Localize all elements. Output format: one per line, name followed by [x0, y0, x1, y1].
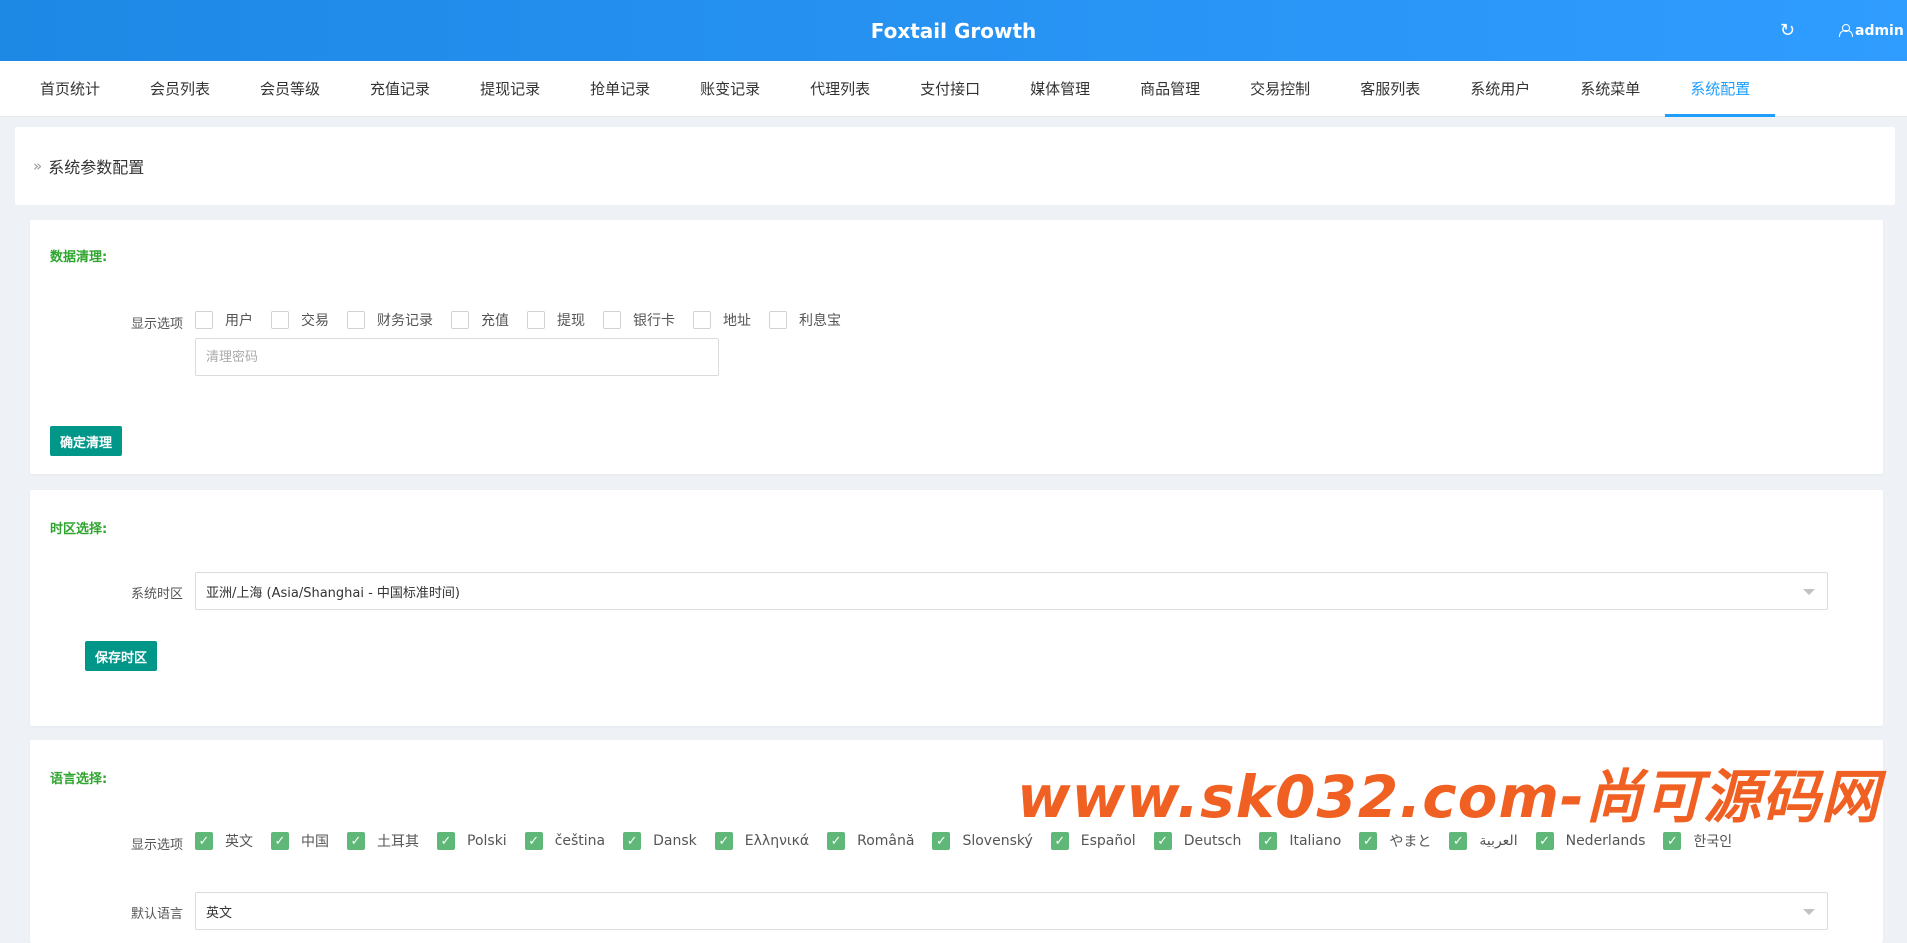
user-name: admin	[1855, 22, 1904, 39]
section-title: 语言选择:	[50, 772, 108, 787]
checkbox[interactable]	[195, 311, 213, 329]
checkbox[interactable]	[603, 311, 621, 329]
save-timezone-button[interactable]: 保存时区	[85, 641, 158, 671]
options-label: 显示选项	[131, 317, 184, 332]
language-option[interactable]: ✓ やまと	[1359, 831, 1431, 851]
checkbox-checked[interactable]: ✓	[932, 832, 951, 850]
checkbox-checked[interactable]: ✓	[437, 832, 455, 850]
checkbox-checked[interactable]: ✓	[1663, 832, 1682, 850]
nav-item[interactable]: 提现记录	[455, 61, 565, 116]
checkbox-checked[interactable]: ✓	[195, 832, 213, 850]
nav-item[interactable]: 会员等级	[235, 61, 345, 116]
header-actions: ↻ admin	[1780, 0, 1907, 61]
language-option[interactable]: ✓ Nederlands	[1535, 832, 1645, 850]
checkbox[interactable]	[271, 311, 289, 329]
checkbox-checked[interactable]: ✓	[347, 832, 365, 850]
language-option[interactable]: ✓ Italiano	[1259, 832, 1341, 850]
section-title: 时区选择:	[50, 522, 108, 537]
nav-item[interactable]: 代理列表	[785, 61, 895, 116]
options-label: 显示选项	[131, 838, 184, 853]
user-icon	[1839, 24, 1853, 37]
clean-option[interactable]: 用户	[195, 310, 253, 330]
timezone-select[interactable]: 亚洲/上海 (Asia/Shanghai - 中国标准时间)	[195, 572, 1828, 610]
chevron-down-icon	[1803, 589, 1815, 595]
language-option[interactable]: ✓ العربية	[1449, 832, 1518, 850]
language-option[interactable]: ✓ Deutsch	[1153, 832, 1241, 850]
clean-password-input[interactable]	[195, 338, 719, 376]
nav-item[interactable]: 首页统计	[15, 61, 125, 116]
checkbox-checked[interactable]: ✓	[1535, 832, 1554, 850]
nav-item[interactable]: 系统菜单	[1555, 61, 1665, 116]
clean-option[interactable]: 交易	[271, 310, 329, 330]
clean-option[interactable]: 财务记录	[347, 310, 433, 330]
data-clean-card: 数据清理: 显示选项 用户 交易 财务记录 充值 提现 银行卡 地址 利息宝 确…	[30, 220, 1883, 474]
nav-item[interactable]: 抢单记录	[565, 61, 675, 116]
checkbox-checked[interactable]: ✓	[1359, 832, 1378, 850]
checkbox-checked[interactable]: ✓	[271, 832, 289, 850]
checkbox-checked[interactable]: ✓	[714, 832, 733, 850]
checkbox[interactable]	[769, 311, 787, 329]
double-chevron-icon: »	[33, 157, 43, 175]
language-option[interactable]: ✓ čeština	[524, 832, 605, 850]
language-option[interactable]: ✓ Polski	[437, 832, 507, 850]
chevron-down-icon	[1803, 909, 1815, 915]
checkbox[interactable]	[693, 311, 711, 329]
timezone-card: 时区选择: 系统时区 亚洲/上海 (Asia/Shanghai - 中国标准时间…	[30, 490, 1883, 726]
nav-item[interactable]: 客服列表	[1335, 61, 1445, 116]
watermark: www.sk032.com-尚可源码网	[1017, 763, 1881, 831]
breadcrumb: » 系统参数配置	[15, 127, 1895, 205]
top-header: Foxtail Growth ↻ admin	[0, 0, 1907, 61]
main-nav: 首页统计 会员列表 会员等级 充值记录 提现记录 抢单记录 账变记录 代理列表 …	[0, 61, 1907, 117]
checkbox-checked[interactable]: ✓	[827, 832, 846, 850]
clean-option[interactable]: 提现	[527, 310, 585, 330]
nav-item[interactable]: 媒体管理	[1005, 61, 1115, 116]
checkbox[interactable]	[347, 311, 365, 329]
nav-item[interactable]: 会员列表	[125, 61, 235, 116]
checkbox-checked[interactable]: ✓	[1050, 832, 1069, 850]
checkbox[interactable]	[527, 311, 545, 329]
language-option[interactable]: ✓ Dansk	[623, 832, 697, 850]
nav-item[interactable]: 账变记录	[675, 61, 785, 116]
default-language-label: 默认语言	[131, 907, 184, 922]
language-option[interactable]: ✓ Română	[827, 832, 914, 850]
nav-item-active[interactable]: 系统配置	[1665, 61, 1776, 117]
nav-item[interactable]: 系统用户	[1445, 61, 1555, 116]
language-options: ✓ 英文 ✓ 中国 ✓ 土耳其 ✓ Polski ✓ čeština ✓ Dansk ✓ Ελ…	[195, 831, 1750, 851]
checkbox-checked[interactable]: ✓	[1449, 832, 1468, 850]
language-option[interactable]: ✓ Español	[1050, 832, 1136, 850]
nav-item[interactable]: 交易控制	[1225, 61, 1335, 116]
page-title: 系统参数配置	[48, 158, 145, 177]
confirm-clean-button[interactable]: 确定清理	[50, 426, 123, 456]
refresh-icon[interactable]: ↻	[1780, 20, 1795, 41]
clean-option[interactable]: 充值	[451, 310, 509, 330]
clean-options: 用户 交易 财务记录 充值 提现 银行卡 地址 利息宝	[195, 310, 859, 330]
language-option[interactable]: ✓ 한국인	[1663, 831, 1732, 851]
default-language-value: 英文	[206, 905, 233, 921]
clean-option[interactable]: 地址	[693, 310, 751, 330]
language-option[interactable]: ✓ 中国	[271, 831, 329, 851]
user-menu[interactable]: admin	[1839, 23, 1907, 39]
nav-item[interactable]: 充值记录	[345, 61, 455, 116]
checkbox-checked[interactable]: ✓	[623, 832, 642, 850]
language-option[interactable]: ✓ Slovenský	[932, 832, 1033, 850]
timezone-label: 系统时区	[131, 587, 184, 602]
clean-option[interactable]: 银行卡	[603, 310, 675, 330]
language-option[interactable]: ✓ 土耳其	[347, 831, 419, 851]
app-title: Foxtail Growth	[870, 18, 1037, 43]
language-option[interactable]: ✓ 英文	[195, 831, 253, 851]
nav-item[interactable]: 商品管理	[1115, 61, 1225, 116]
checkbox-checked[interactable]: ✓	[1153, 832, 1172, 850]
default-language-select[interactable]: 英文	[195, 892, 1828, 930]
checkbox[interactable]	[451, 311, 469, 329]
clean-option[interactable]: 利息宝	[769, 310, 841, 330]
checkbox-checked[interactable]: ✓	[524, 832, 543, 850]
checkbox-checked[interactable]: ✓	[1259, 832, 1278, 850]
language-option[interactable]: ✓ Ελληνικά	[714, 832, 809, 850]
timezone-value: 亚洲/上海 (Asia/Shanghai - 中国标准时间)	[206, 585, 461, 601]
nav-item[interactable]: 支付接口	[895, 61, 1005, 116]
section-title: 数据清理:	[50, 250, 108, 265]
